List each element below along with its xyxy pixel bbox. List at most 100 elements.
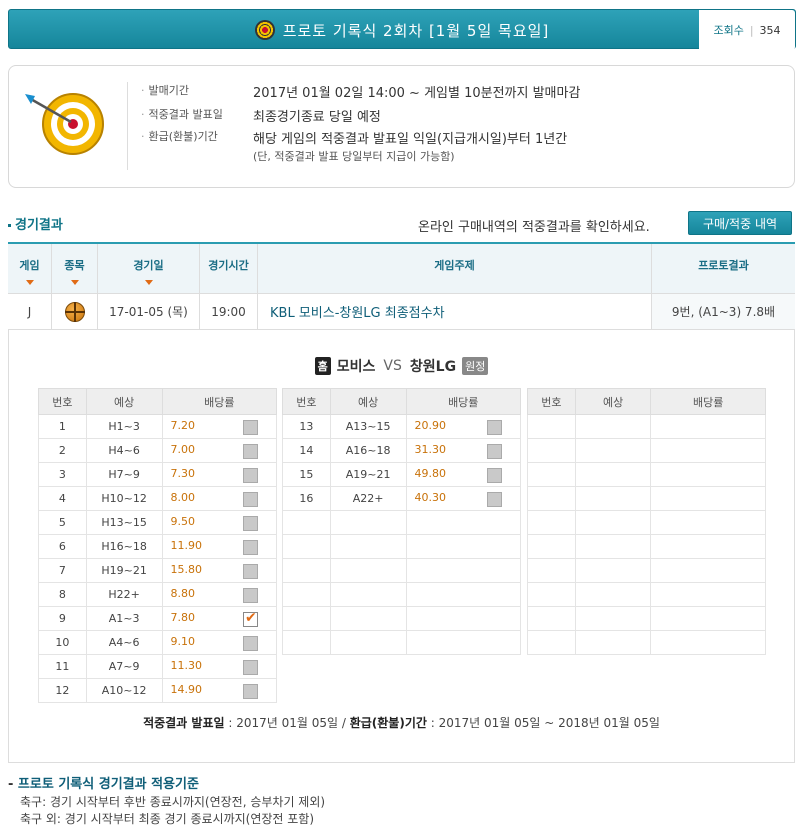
purchase-history-button[interactable]: 구매/적중 내역	[688, 211, 792, 235]
col-game[interactable]: 게임	[8, 244, 52, 293]
sort-arrow-icon	[70, 280, 79, 285]
col-subject: 게임주제	[258, 244, 652, 293]
target-icon	[254, 20, 275, 40]
odds-rate: 7.80	[161, 606, 278, 631]
result-date: 적중결과 발표일 최종경기종료 당일 예정	[141, 106, 381, 125]
odds-row	[282, 630, 522, 655]
odds-pick: H1~3	[85, 414, 163, 439]
odds-row	[282, 606, 522, 631]
page-title: 프로토 기록식 2회차 [1월 5일 목요일]	[282, 21, 550, 40]
odds-pick: H22+	[85, 582, 163, 607]
odds-pick: A4~6	[85, 630, 163, 655]
checkbox-icon	[243, 659, 258, 675]
odds-pick: H10~12	[85, 486, 163, 511]
rule-line-2: 축구 외: 경기 시작부터 최종 경기 종료시까지(연장전 포함)	[20, 812, 315, 826]
odds-table-3: 번호 예상 배당률	[527, 388, 766, 655]
odds-header: 예상	[574, 388, 652, 415]
odds-row	[282, 510, 522, 535]
checkbox-icon	[243, 419, 258, 435]
checkbox-icon	[243, 515, 258, 531]
odds-row: 11 A7~9 11.30	[38, 654, 278, 679]
odds-rate: 7.30	[161, 462, 278, 487]
rule-line-1: 축구: 경기 시작부터 후반 종료시까지(연장전, 승부차기 제외)	[20, 795, 326, 809]
odds-rate: 7.00	[161, 438, 278, 463]
odds-header: 배당률	[405, 388, 522, 415]
checkbox-icon	[243, 635, 258, 651]
odds-no: 13	[282, 414, 331, 439]
table-row[interactable]: J 17-01-05 (목) 19:00 KBL 모비스-창원LG 최종점수차 …	[8, 294, 795, 330]
checkbox-icon	[487, 467, 502, 483]
odds-pick: H16~18	[85, 534, 163, 559]
odds-header: 번호	[282, 388, 331, 415]
odds-row: 16 A22+ 40.30	[282, 486, 522, 511]
odds-row: 7 H19~21 15.80	[38, 558, 278, 583]
checkbox-icon	[243, 683, 258, 699]
odds-pick: A7~9	[85, 654, 163, 679]
checkbox-icon	[243, 539, 258, 555]
info-box: 발매기간 2017년 01월 02일 14:00 ~ 게임별 10분전까지 발매…	[8, 65, 795, 188]
sort-arrow-icon	[25, 280, 34, 285]
checkbox-icon	[487, 491, 502, 507]
odds-row: 13 A13~15 20.90	[282, 414, 522, 439]
rules-title: 프로토 기록식 경기결과 적용기준	[8, 773, 199, 792]
odds-row	[527, 486, 766, 511]
odds-header: 예상	[329, 388, 407, 415]
odds-pick: H19~21	[85, 558, 163, 583]
odds-rate: 11.30	[161, 654, 278, 679]
odds-row: 15 A19~21 49.80	[282, 462, 522, 487]
odds-row	[527, 510, 766, 535]
odds-no: 5	[38, 510, 87, 535]
odds-no: 1	[38, 414, 87, 439]
odds-rate: 11.90	[161, 534, 278, 559]
odds-no: 10	[38, 630, 87, 655]
home-team: 모비스	[336, 359, 376, 375]
matchup: 홈 모비스 VS 창원LG 원정	[9, 356, 794, 376]
odds-rate: 8.80	[161, 582, 278, 607]
odds-table-1: 번호 예상 배당률 1 H1~3 7.20 2 H4~6 7.00 3 H7~9 7.30 4 H10~1…	[38, 388, 278, 703]
checkbox-icon	[243, 491, 258, 507]
odds-row	[527, 630, 766, 655]
checkbox-icon	[243, 467, 258, 483]
odds-no: 16	[282, 486, 331, 511]
odds-rate: 49.80	[405, 462, 522, 487]
away-team: 창원LG	[409, 359, 457, 375]
odds-pick: A22+	[329, 486, 407, 511]
odds-row: 3 H7~9 7.30	[38, 462, 278, 487]
home-badge: 홈	[314, 357, 331, 375]
odds-no: 12	[38, 678, 87, 703]
col-date[interactable]: 경기일	[98, 244, 200, 293]
odds-rate: 20.90	[405, 414, 522, 439]
odds-row	[527, 438, 766, 463]
odds-no: 8	[38, 582, 87, 607]
odds-no: 3	[38, 462, 87, 487]
basketball-icon	[64, 301, 85, 322]
odds-rate: 9.10	[161, 630, 278, 655]
odds-pick: H4~6	[85, 438, 163, 463]
odds-no: 2	[38, 438, 87, 463]
odds-no: 4	[38, 486, 87, 511]
checkbox-icon	[487, 419, 502, 435]
refund-note: (단, 적중결과 발표 당일부터 지급이 가능함)	[253, 150, 455, 163]
odds-no: 6	[38, 534, 87, 559]
odds-header: 번호	[527, 388, 576, 415]
odds-row	[527, 582, 766, 607]
odds-header: 번호	[38, 388, 87, 415]
game-subject-link[interactable]: KBL 모비스-창원LG 최종점수차	[258, 294, 652, 329]
result-detail: 홈 모비스 VS 창원LG 원정 번호 예상 배당률 1 H1~3 7.20 2 H4~6 7.…	[8, 330, 795, 763]
odds-pick: H13~15	[85, 510, 163, 535]
sale-period: 발매기간 2017년 01월 02일 14:00 ~ 게임별 10분전까지 발매…	[141, 82, 581, 101]
odds-rate: 14.90	[161, 678, 278, 703]
checked-icon	[243, 610, 258, 627]
odds-no: 14	[282, 438, 331, 463]
odds-rate: 8.00	[161, 486, 278, 511]
odds-row: 1 H1~3 7.20	[38, 414, 278, 439]
odds-pick: A19~21	[329, 462, 407, 487]
odds-pick: A13~15	[329, 414, 407, 439]
sort-arrow-icon	[144, 280, 153, 285]
odds-row	[282, 534, 522, 559]
odds-row: 10 A4~6 9.10	[38, 630, 278, 655]
odds-rate: 40.30	[405, 486, 522, 511]
odds-no: 11	[38, 654, 87, 679]
col-sport[interactable]: 종목	[52, 244, 98, 293]
odds-header: 배당률	[650, 388, 766, 415]
